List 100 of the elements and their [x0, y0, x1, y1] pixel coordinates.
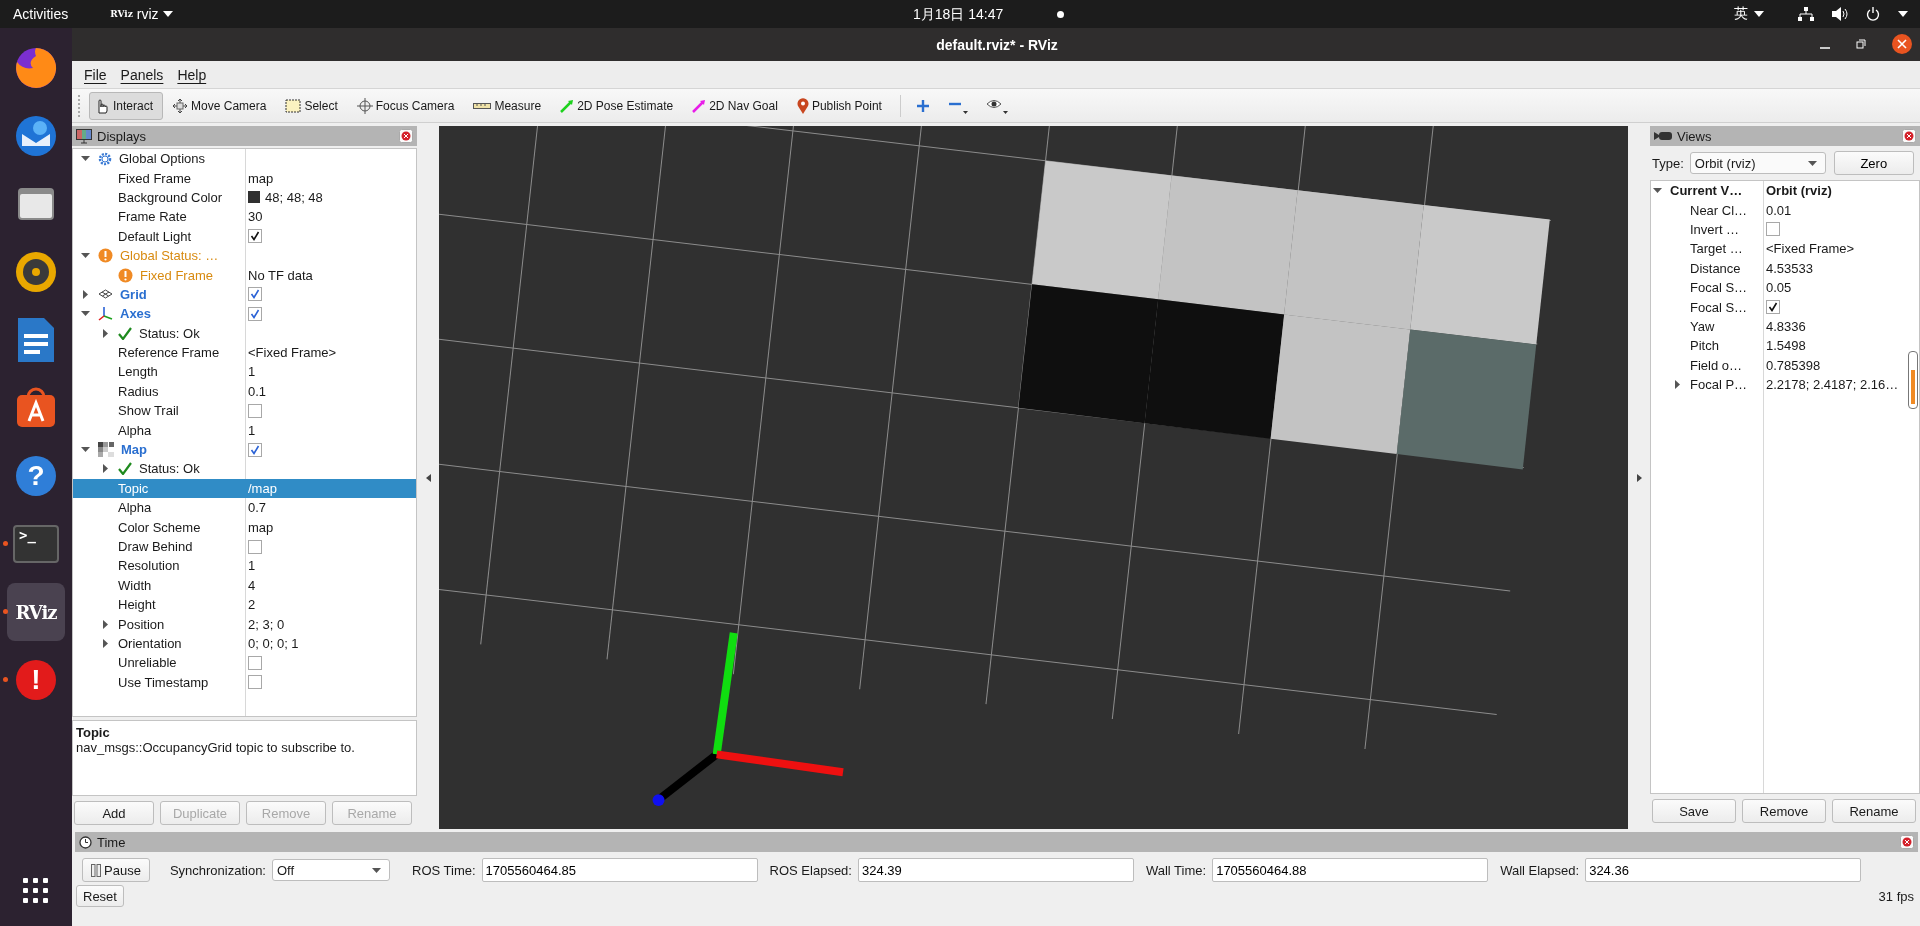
zero-button[interactable]: Zero — [1833, 151, 1914, 175]
expand-arrow-icon[interactable] — [101, 328, 110, 338]
expand-arrow-icon[interactable] — [101, 638, 110, 648]
tree-row[interactable]: Map — [73, 439, 416, 460]
tree-row[interactable]: Axes — [73, 304, 416, 324]
tool-button[interactable]: Focus Camera — [351, 91, 465, 120]
menu-item[interactable]: Help — [175, 64, 209, 85]
checkbox[interactable] — [248, 655, 262, 670]
tool-button[interactable]: Measure — [468, 91, 552, 120]
tree-row[interactable]: Topic /map — [73, 478, 416, 499]
checkbox[interactable] — [248, 539, 262, 554]
tree-row[interactable]: Global Options — [73, 149, 416, 169]
power-icon[interactable] — [1866, 7, 1880, 21]
tree-row[interactable]: Height 2 — [73, 595, 416, 615]
checkbox[interactable] — [248, 675, 262, 690]
panel-button[interactable]: Save — [1652, 799, 1736, 823]
menu-item[interactable]: File — [82, 64, 109, 85]
tool-button[interactable]: Move Camera — [167, 91, 277, 120]
expand-arrow-icon[interactable] — [101, 464, 110, 474]
expand-arrow-icon[interactable] — [101, 619, 110, 629]
tree-row[interactable]: Field o… 0.785398 — [1651, 355, 1919, 375]
tree-row[interactable]: Distance 4.53533 — [1651, 258, 1919, 278]
menu-item[interactable]: Panels — [118, 64, 166, 85]
checkbox[interactable] — [1766, 300, 1780, 315]
tree-row[interactable]: Default Light — [73, 226, 416, 246]
tree-row[interactable]: Focal P… 2.2178; 2.4187; 2.16… — [1651, 374, 1919, 395]
restore-icon[interactable] — [1856, 39, 1866, 49]
tree-row[interactable]: Background Color 48; 48; 48 — [73, 187, 416, 208]
reset-button[interactable]: Reset — [76, 885, 124, 907]
tree-row[interactable]: Near Cl… 0.01 — [1651, 200, 1919, 220]
network-icon[interactable] — [1798, 7, 1814, 21]
tree-row[interactable]: Status: Ok — [73, 323, 416, 343]
tree-row[interactable]: Reference Frame <Fixed Frame> — [73, 342, 416, 363]
tree-row[interactable]: Target … <Fixed Frame> — [1651, 239, 1919, 259]
tool-button[interactable]: Select — [280, 91, 348, 120]
checkbox[interactable] — [248, 229, 262, 244]
tree-row[interactable]: Color Scheme map — [73, 517, 416, 537]
input-method-menu[interactable]: 英 — [1734, 5, 1764, 23]
checkbox[interactable] — [1766, 222, 1780, 237]
tree-row[interactable]: Use Timestamp — [73, 672, 416, 692]
expand-arrow-icon[interactable] — [81, 289, 90, 299]
tree-row[interactable]: Position 2; 3; 0 — [73, 614, 416, 634]
tree-row[interactable]: Unreliable — [73, 653, 416, 673]
tree-row[interactable]: Radius 0.1 — [73, 381, 416, 402]
collapse-arrow-icon[interactable] — [1636, 473, 1642, 482]
scrollbar[interactable] — [1908, 351, 1918, 409]
time-field[interactable]: 324.39 — [857, 858, 1134, 882]
panel-button[interactable]: Add — [74, 801, 154, 825]
tree-row[interactable]: Draw Behind — [73, 536, 416, 557]
tree-row[interactable]: Length 1 — [73, 362, 416, 382]
tree-row[interactable]: Fixed Frame map — [73, 168, 416, 188]
tree-row[interactable]: Alpha 1 — [73, 420, 416, 440]
checkbox[interactable] — [248, 442, 262, 457]
tree-row[interactable]: Pitch 1.5498 — [1651, 336, 1919, 356]
tree-row[interactable]: Frame Rate 30 — [73, 207, 416, 227]
tree-row[interactable]: Fixed Frame No TF data — [73, 265, 416, 285]
panel-button[interactable]: Remove — [1742, 799, 1826, 823]
view-type-dropdown[interactable]: Orbit (rviz) — [1689, 152, 1826, 174]
expand-arrow-icon[interactable] — [81, 154, 90, 164]
tree-row[interactable]: Resolution 1 — [73, 556, 416, 576]
pause-button[interactable]: Pause — [82, 858, 150, 882]
time-field[interactable]: 1705560464.88 — [1212, 858, 1489, 882]
tree-row[interactable]: Show Trail — [73, 401, 416, 421]
dock-launcher[interactable]: ! — [7, 651, 65, 709]
time-field[interactable]: 1705560464.85 — [481, 858, 758, 882]
expand-arrow-icon[interactable] — [1673, 380, 1682, 390]
expand-arrow-icon[interactable] — [81, 251, 90, 261]
expand-arrow-icon[interactable] — [81, 309, 90, 319]
checkbox[interactable] — [248, 287, 262, 302]
expand-arrow-icon[interactable] — [81, 445, 90, 455]
tree-row[interactable]: Width 4 — [73, 575, 416, 595]
tree-row[interactable]: Focal S… 0.05 — [1651, 277, 1919, 298]
caret-icon[interactable] — [1898, 11, 1908, 17]
tree-row[interactable]: Status: Ok — [73, 459, 416, 479]
dock-launcher[interactable]: >_ — [7, 515, 65, 573]
activities-button[interactable]: Activities — [13, 6, 69, 22]
panel-button[interactable]: Rename — [1832, 799, 1916, 823]
tree-row[interactable]: Alpha 0.7 — [73, 498, 416, 518]
checkbox[interactable] — [248, 306, 262, 321]
app-menu[interactable]: RViz rviz — [110, 6, 173, 22]
tool-button[interactable]: 2D Pose Estimate — [555, 91, 684, 120]
tree-row[interactable]: Orientation 0; 0; 0; 1 — [73, 633, 416, 654]
synchronization-dropdown[interactable]: Off — [272, 859, 390, 881]
tree-row[interactable]: Grid — [73, 284, 416, 305]
tree-row[interactable]: Current V… Orbit (rviz) — [1651, 181, 1919, 201]
color-swatch[interactable] — [248, 191, 260, 204]
tool-button[interactable]: 2D Nav Goal — [687, 91, 788, 120]
tool-button[interactable]: Interact — [89, 91, 164, 120]
volume-icon[interactable] — [1832, 7, 1848, 21]
tree-row[interactable]: Invert … — [1651, 219, 1919, 240]
collapse-arrow-icon[interactable] — [425, 473, 431, 482]
clock[interactable]: 1月18日 14:47 — [913, 6, 1004, 24]
tool-button[interactable]: Publish Point — [791, 91, 892, 120]
tree-row[interactable]: Focal S… — [1651, 297, 1919, 317]
app-grid-icon[interactable] — [23, 878, 49, 904]
dock-launcher[interactable]: ? — [7, 447, 65, 505]
checkbox[interactable] — [248, 403, 262, 418]
close-icon[interactable] — [1892, 34, 1912, 54]
dock-launcher[interactable]: RViz — [7, 583, 65, 641]
tree-row[interactable]: Yaw 4.8336 — [1651, 316, 1919, 337]
